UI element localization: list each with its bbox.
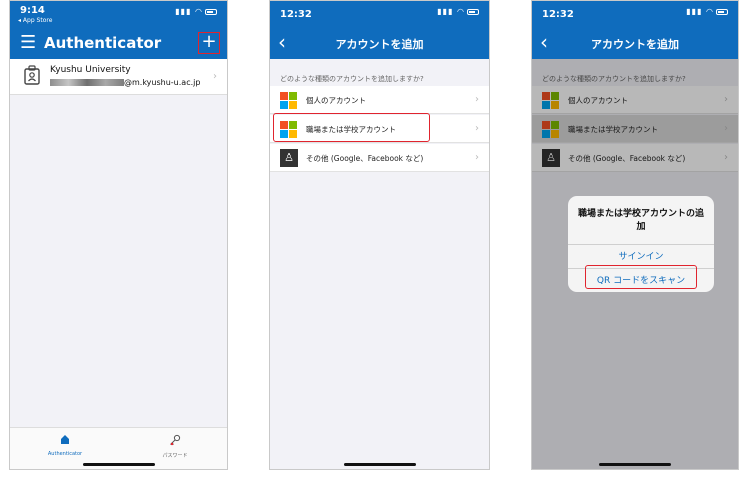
app-header: ☰ Authenticator + [10, 29, 227, 59]
section-question: どのような種類のアカウントを追加しますか? [280, 75, 424, 83]
app-title: Authenticator [44, 34, 162, 52]
status-time: 12:32 [542, 9, 574, 20]
signal-wifi-battery-icon: ▮▮▮ ◠ [686, 7, 728, 16]
option-label: 個人のアカウント [306, 96, 366, 105]
chevron-right-icon: › [475, 94, 479, 105]
nav-title: アカウントを追加 [335, 38, 424, 51]
add-work-account-dialog-screen: 12:32 ▮▮▮ ◠ ‹ アカウントを追加 どのような種類のアカウントを追加し… [531, 0, 739, 470]
signal-wifi-battery-icon: ▮▮▮ ◠ [175, 7, 217, 16]
chevron-right-icon: › [475, 152, 479, 163]
option-personal-account[interactable]: 個人のアカウント › [270, 86, 489, 114]
highlight-box [585, 265, 697, 289]
alert-title: 職場または学校アカウントの追加 [577, 209, 704, 232]
person-icon: ♙ [280, 149, 298, 167]
tab-passwords[interactable]: パスワード [140, 434, 210, 459]
option-other-account[interactable]: ♙ その他 (Google、Facebook など) › [270, 144, 489, 172]
tab-label: Authenticator [47, 451, 83, 457]
id-badge-icon [20, 65, 44, 89]
chevron-right-icon: › [213, 71, 217, 82]
status-bar: 9:14 ◂ App Store ▮▮▮ ◠ [10, 1, 227, 29]
tab-bar: Authenticator パスワード [10, 427, 227, 469]
signal-wifi-battery-icon: ▮▮▮ ◠ [437, 7, 479, 16]
status-bar: 12:32 ▮▮▮ ◠ [532, 1, 738, 29]
home-indicator [82, 463, 155, 466]
status-time: 9:14 [20, 5, 45, 16]
redacted-username [50, 79, 124, 86]
bottom-area [270, 439, 489, 469]
lock-icon [30, 434, 100, 448]
bottom-area [532, 439, 738, 469]
add-account-button[interactable]: + [198, 32, 220, 54]
nav-bar: ‹ アカウントを追加 [532, 29, 738, 59]
account-name: Kyushu University [50, 65, 131, 75]
highlight-box [273, 113, 430, 142]
authenticator-home-screen: 9:14 ◂ App Store ▮▮▮ ◠ ☰ Authenticator +… [9, 0, 228, 470]
home-indicator [343, 463, 416, 466]
back-to-app-store-link[interactable]: ◂ App Store [18, 17, 52, 24]
chevron-right-icon: › [475, 123, 479, 134]
nav-title: アカウントを追加 [591, 38, 679, 51]
key-icon [140, 434, 210, 449]
account-list-item[interactable]: Kyushu University @m.kyushu-u.ac.jp › [10, 59, 227, 95]
nav-bar: ‹ アカウントを追加 [270, 29, 489, 59]
account-email: @m.kyushu-u.ac.jp [50, 78, 200, 87]
microsoft-logo-icon [280, 92, 298, 109]
tab-authenticator[interactable]: Authenticator [30, 434, 100, 457]
add-account-screen: 12:32 ▮▮▮ ◠ ‹ アカウントを追加 どのような種類のアカウントを追加し… [269, 0, 490, 470]
home-indicator [599, 463, 671, 466]
status-bar: 12:32 ▮▮▮ ◠ [270, 1, 489, 29]
tab-label: パスワード [162, 453, 188, 459]
option-label: その他 (Google、Facebook など) [306, 154, 424, 163]
status-time: 12:32 [280, 9, 312, 20]
menu-icon[interactable]: ☰ [20, 32, 36, 54]
